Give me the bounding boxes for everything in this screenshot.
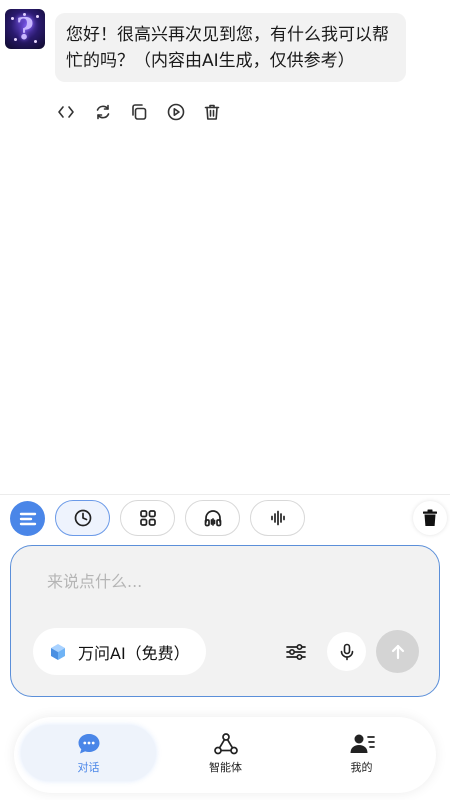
message-text-line-1: 您好！很高兴再次见到您，有什么我可以帮	[66, 25, 389, 45]
sliders-icon	[286, 643, 306, 661]
model-selector[interactable]: 万问AI（免费）	[33, 628, 206, 675]
read-aloud-button[interactable]	[165, 101, 187, 123]
trash-icon	[423, 509, 437, 526]
menu-icon	[19, 512, 36, 525]
code-icon	[58, 106, 74, 118]
regenerate-button[interactable]	[92, 101, 114, 123]
assistant-avatar: ?	[5, 9, 45, 49]
headphones-icon	[204, 510, 221, 527]
message-input[interactable]	[47, 569, 407, 593]
apps-button[interactable]	[120, 500, 175, 536]
play-icon	[167, 103, 184, 121]
nav-label-profile: 我的	[350, 760, 373, 774]
microphone-icon	[340, 643, 353, 660]
bottom-nav: 对话 智能体 我的	[14, 717, 436, 793]
nav-item-profile[interactable]: 我的	[294, 725, 429, 781]
cube-icon	[51, 643, 65, 660]
apps-grid-icon	[139, 510, 156, 526]
message-actions	[55, 101, 238, 123]
agent-nodes-icon	[213, 732, 238, 754]
arrow-up-icon	[391, 644, 404, 659]
copy-icon	[132, 104, 147, 120]
delete-icon	[204, 104, 220, 120]
settings-button[interactable]	[283, 640, 309, 664]
copy-button[interactable]	[128, 101, 150, 123]
chat-bubble-icon	[78, 733, 99, 753]
refresh-icon	[96, 104, 109, 120]
voice-wave-icon	[270, 510, 285, 526]
profile-icon	[350, 734, 375, 753]
audio-button[interactable]	[185, 500, 240, 536]
nav-item-agents[interactable]: 智能体	[158, 725, 293, 781]
message-text-line-2: 忙的吗？（内容由AI生成，仅供参考）	[66, 51, 355, 71]
composer-card: 万问AI（免费）	[10, 545, 440, 697]
model-label: 万问AI（免费）	[78, 643, 190, 663]
history-icon	[74, 509, 91, 527]
nav-item-chat[interactable]: 对话	[21, 725, 156, 781]
nav-label-chat: 对话	[77, 760, 100, 774]
delete-message-button[interactable]	[201, 101, 223, 123]
sidebar-menu-button[interactable]	[10, 501, 45, 536]
nav-label-agents: 智能体	[209, 760, 242, 774]
voice-button[interactable]	[250, 500, 305, 536]
question-mark-avatar-icon: ?	[16, 11, 34, 47]
send-button[interactable]	[376, 630, 419, 673]
voice-input-button[interactable]	[327, 632, 366, 671]
history-button[interactable]	[55, 500, 110, 536]
assistant-message-bubble: 您好！很高兴再次见到您，有什么我可以帮 忙的吗？（内容由AI生成，仅供参考）	[55, 13, 406, 82]
clear-chat-button[interactable]	[413, 501, 447, 535]
toolbar-divider	[0, 494, 450, 495]
view-code-button[interactable]	[55, 101, 77, 123]
